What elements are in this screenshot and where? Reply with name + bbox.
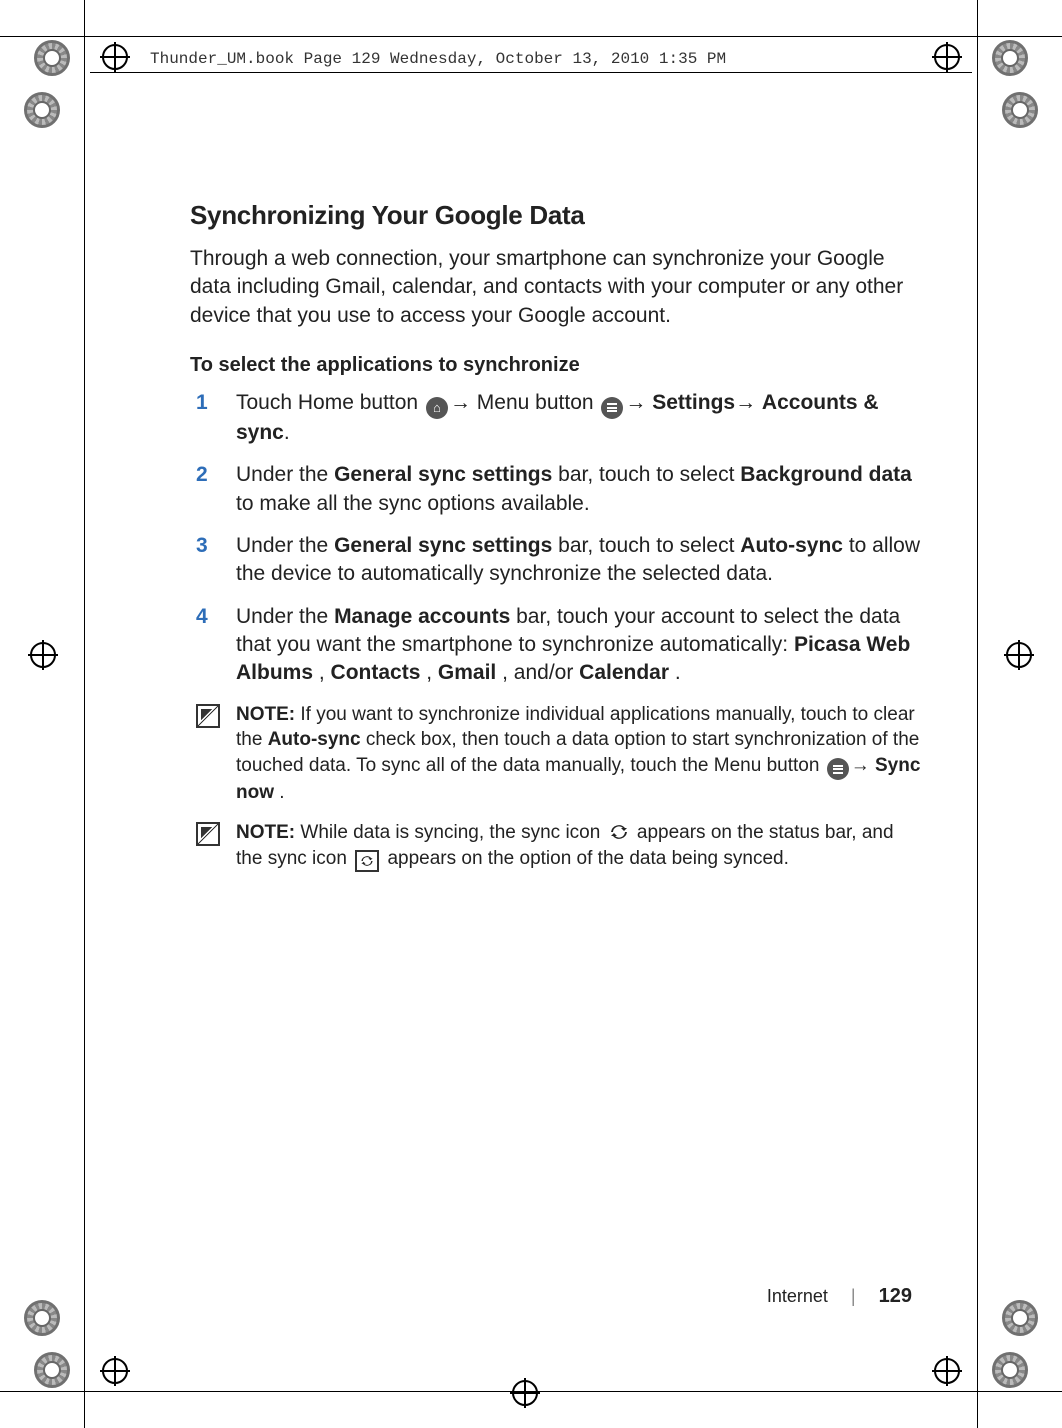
menu-button-icon (601, 397, 623, 419)
sync-option-icon (355, 850, 379, 872)
registration-mark-icon (100, 42, 130, 72)
step-list: Touch Home button ⌂→ Menu button → Setti… (190, 389, 922, 688)
text: , (426, 661, 438, 684)
registration-mark-icon (932, 42, 962, 72)
note-label: NOTE: (236, 704, 295, 725)
section-name: Internet (767, 1286, 828, 1306)
printer-target-icon (34, 40, 70, 76)
printer-target-icon (992, 40, 1028, 76)
text-bold: General sync settings (334, 463, 552, 486)
text: , (319, 661, 331, 684)
note-2: NOTE: While data is syncing, the sync ic… (190, 820, 922, 872)
arrow-icon: → (450, 391, 471, 414)
procedure-heading: To select the applications to synchroniz… (190, 354, 922, 377)
text-bold: Gmail (438, 661, 496, 684)
text: Under the (236, 463, 334, 486)
text: bar, touch to select (558, 463, 740, 486)
text-bold: Auto-sync (268, 729, 361, 750)
printer-target-icon (1002, 1300, 1038, 1336)
arrow-icon: → (735, 391, 762, 414)
step-2: Under the General sync settings bar, tou… (190, 461, 922, 518)
arrow-icon: → (625, 391, 652, 414)
printer-target-icon (34, 1352, 70, 1388)
text: Touch Home button (236, 391, 424, 414)
text-bold: Auto-sync (740, 534, 843, 557)
text: bar, touch to select (558, 534, 740, 557)
registration-mark-icon (510, 1378, 540, 1408)
note-1: NOTE: If you want to synchronize individ… (190, 702, 922, 806)
page-title: Synchronizing Your Google Data (190, 200, 922, 231)
text-bold: Background data (740, 463, 912, 486)
text: appears on the option of the data being … (387, 848, 788, 869)
crop-line-top (0, 36, 1062, 37)
registration-mark-icon (28, 640, 58, 670)
text: Menu button (477, 391, 600, 414)
printer-target-icon (24, 1300, 60, 1336)
text-bold: General sync settings (334, 534, 552, 557)
page-footer: Internet | 129 (767, 1285, 912, 1308)
text: . (279, 782, 284, 803)
step-4: Under the Manage accounts bar, touch you… (190, 603, 922, 688)
header-rule (90, 72, 972, 73)
text-bold: Calendar (579, 661, 669, 684)
text: , and/or (502, 661, 579, 684)
text: Under the (236, 534, 334, 557)
text-bold: Manage accounts (334, 605, 510, 628)
arrow-icon: → (851, 755, 875, 776)
settings-label: Settings (652, 391, 735, 414)
registration-mark-icon (932, 1356, 962, 1386)
page-number: 129 (879, 1285, 912, 1307)
source-file-header: Thunder_UM.book Page 129 Wednesday, Octo… (150, 50, 726, 68)
printer-target-icon (24, 92, 60, 128)
printer-target-icon (1002, 92, 1038, 128)
text-bold: Contacts (331, 661, 421, 684)
registration-mark-icon (1004, 640, 1034, 670)
page-content: Synchronizing Your Google Data Through a… (190, 200, 922, 886)
sync-status-icon (609, 822, 629, 842)
intro-paragraph: Through a web connection, your smartphon… (190, 245, 922, 330)
note-icon (196, 704, 220, 728)
registration-mark-icon (100, 1356, 130, 1386)
step-1: Touch Home button ⌂→ Menu button → Setti… (190, 389, 922, 447)
footer-divider: | (851, 1286, 856, 1306)
text: to make all the sync options available. (236, 492, 590, 515)
note-icon (196, 822, 220, 846)
crop-line-left (84, 0, 85, 1428)
text: While data is syncing, the sync icon (300, 822, 605, 843)
menu-button-icon (827, 758, 849, 780)
step-3: Under the General sync settings bar, tou… (190, 532, 922, 589)
text: . (675, 661, 681, 684)
note-label: NOTE: (236, 822, 295, 843)
text: Under the (236, 605, 334, 628)
printer-target-icon (992, 1352, 1028, 1388)
crop-line-right (977, 0, 978, 1428)
home-button-icon: ⌂ (426, 397, 448, 419)
